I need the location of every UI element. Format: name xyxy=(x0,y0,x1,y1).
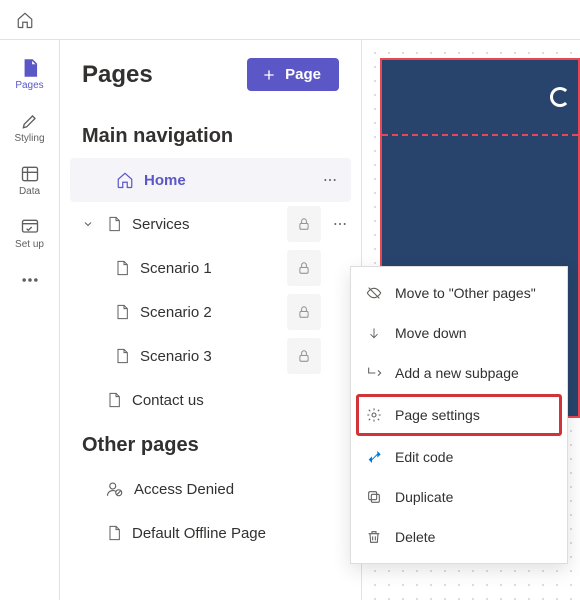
lock-icon xyxy=(287,294,321,330)
page-icon xyxy=(114,303,130,321)
rail-pages[interactable]: Pages xyxy=(0,50,60,97)
code-icon xyxy=(365,449,383,465)
eye-off-icon xyxy=(365,285,383,301)
menu-label: Move down xyxy=(395,325,467,341)
page-icon xyxy=(106,524,122,542)
home-icon[interactable] xyxy=(16,11,34,29)
preview-header xyxy=(382,60,578,136)
home-icon xyxy=(116,171,134,189)
add-page-button[interactable]: Page xyxy=(247,58,339,91)
menu-move-down[interactable]: Move down xyxy=(351,313,567,353)
menu-add-subpage[interactable]: Add a new subpage xyxy=(351,353,567,393)
menu-label: Page settings xyxy=(395,407,480,423)
page-icon xyxy=(106,391,122,409)
tree-label: Scenario 2 xyxy=(140,304,212,321)
page-icon xyxy=(106,215,122,233)
menu-page-settings[interactable]: Page settings xyxy=(357,395,561,435)
left-rail: Pages Styling Data Set up xyxy=(0,40,60,600)
tree-row-access-denied[interactable]: Access Denied xyxy=(60,467,361,511)
plus-icon xyxy=(261,67,277,83)
menu-edit-code[interactable]: Edit code xyxy=(351,437,567,477)
tree-row-home[interactable]: Home xyxy=(70,158,351,202)
tree-row-services[interactable]: Services xyxy=(60,202,361,246)
chevron-down-icon[interactable] xyxy=(82,218,96,230)
main-nav-heading: Main navigation xyxy=(60,113,361,158)
more-icon[interactable] xyxy=(325,216,355,232)
page-tree: Home Services xyxy=(60,158,361,422)
tree-label: Contact us xyxy=(132,392,204,409)
arrow-down-icon xyxy=(365,325,383,341)
page-icon xyxy=(114,259,130,277)
duplicate-icon xyxy=(365,489,383,505)
menu-label: Move to "Other pages" xyxy=(395,285,536,301)
menu-label: Delete xyxy=(395,529,435,545)
rail-setup[interactable]: Set up xyxy=(0,209,60,256)
rail-data[interactable]: Data xyxy=(0,156,60,203)
menu-move-other[interactable]: Move to "Other pages" xyxy=(351,273,567,313)
tree-label: Scenario 3 xyxy=(140,348,212,365)
lock-icon xyxy=(287,250,321,286)
rail-pages-label: Pages xyxy=(15,80,43,91)
tree-label: Scenario 1 xyxy=(140,260,212,277)
rail-setup-label: Set up xyxy=(15,239,44,250)
pages-panel: Pages Page Main navigation Home xyxy=(60,40,362,600)
tree-label: Default Offline Page xyxy=(132,525,266,542)
spinner-icon xyxy=(550,87,570,107)
menu-label: Add a new subpage xyxy=(395,365,519,381)
lock-icon xyxy=(287,338,321,374)
tree-row-default-offline[interactable]: Default Offline Page xyxy=(60,511,361,555)
context-menu: Move to "Other pages" Move down Add a ne… xyxy=(350,266,568,564)
tree-row-contact[interactable]: Contact us xyxy=(60,378,361,422)
menu-label: Edit code xyxy=(395,449,453,465)
tree-label: Home xyxy=(144,172,186,189)
tree-row-scenario2[interactable]: Scenario 2 xyxy=(60,290,361,334)
trash-icon xyxy=(365,529,383,545)
tree-row-scenario3[interactable]: Scenario 3 xyxy=(60,334,361,378)
other-pages-heading: Other pages xyxy=(60,422,361,467)
menu-duplicate[interactable]: Duplicate xyxy=(351,477,567,517)
tree-label: Services xyxy=(132,216,190,233)
gear-icon xyxy=(365,407,383,423)
subpage-icon xyxy=(365,365,383,381)
rail-more[interactable] xyxy=(0,262,60,296)
lock-icon xyxy=(287,206,321,242)
topbar xyxy=(0,0,580,40)
tree-row-scenario1[interactable]: Scenario 1 xyxy=(60,246,361,290)
menu-label: Duplicate xyxy=(395,489,453,505)
more-icon[interactable] xyxy=(315,172,345,188)
person-denied-icon xyxy=(106,480,124,498)
tree-label: Access Denied xyxy=(134,481,234,498)
add-page-label: Page xyxy=(285,66,321,83)
rail-data-label: Data xyxy=(19,186,40,197)
rail-styling[interactable]: Styling xyxy=(0,103,60,150)
page-icon xyxy=(114,347,130,365)
panel-title: Pages xyxy=(82,61,153,89)
rail-styling-label: Styling xyxy=(14,133,44,144)
menu-delete[interactable]: Delete xyxy=(351,517,567,557)
